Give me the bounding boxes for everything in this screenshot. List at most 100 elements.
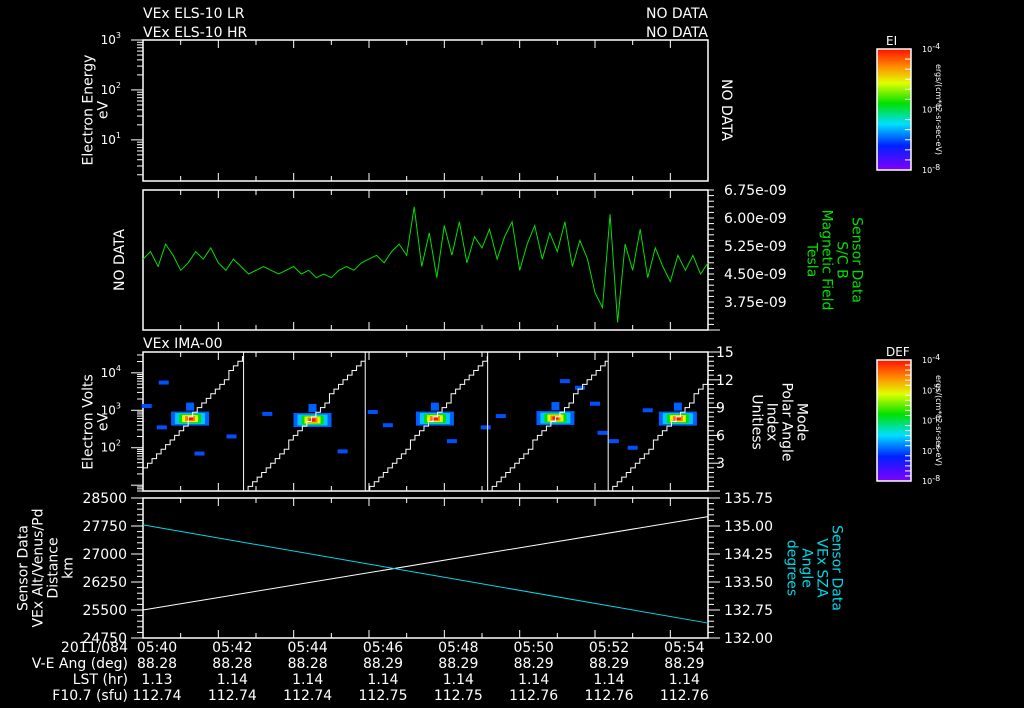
f107-value: 112.74	[283, 688, 332, 704]
ion-scatter-point	[226, 434, 237, 439]
colorbar	[876, 48, 912, 171]
altitude-line	[142, 516, 709, 611]
panel4-ylabel: km	[61, 557, 77, 579]
ion-scatter-point	[262, 411, 273, 416]
ion-scatter-point	[480, 425, 491, 430]
panel1-ylabel: Electron Energy	[81, 55, 97, 166]
panel4-right-ytick-label: 132.00	[724, 631, 773, 647]
ve_ang-value: 88.28	[137, 656, 177, 672]
lst-value: 1.13	[141, 672, 172, 688]
time-tick-label: 05:44	[287, 640, 327, 656]
panel4-right-ytick-label: 135.75	[724, 491, 773, 507]
panel1-ytick-label: 102	[101, 81, 121, 97]
colorbar	[876, 359, 912, 482]
ve_ang-value: 88.28	[288, 656, 328, 672]
time-tick-label: 05:46	[363, 640, 403, 656]
colorbar-tick-label: 10-4	[922, 353, 940, 365]
ve_ang-value: 88.29	[363, 656, 403, 672]
lst-value: 1.14	[669, 672, 700, 688]
ion-scatter-point	[156, 425, 167, 430]
ve_ang-value: 88.29	[589, 656, 629, 672]
panel3-right-ytick-label: 12	[716, 373, 734, 389]
ve_ang-value: 88.29	[664, 656, 704, 672]
nodata-hr: NO DATA	[646, 25, 708, 41]
panel2-ylabel: Tesla	[804, 242, 820, 278]
lst-value: 1.14	[593, 672, 624, 688]
f107-value: 112.75	[434, 688, 483, 704]
panel1-ytick-label: 103	[101, 31, 121, 47]
panel2-ylabel: Sensor Data	[849, 217, 865, 303]
panel2-ytick-label: 5.25e-09	[724, 239, 787, 255]
panel4-right-ytick-label: 134.25	[724, 547, 773, 563]
panel3-right-ytick-label: 3	[716, 456, 725, 472]
ion-scatter-point	[608, 439, 619, 444]
panel4-ylabel: Sensor Data	[16, 525, 32, 611]
time-tick-label: 05:54	[664, 640, 704, 656]
lst-value: 1.14	[367, 672, 398, 688]
panel3-right-ylabel: Polar Angle	[779, 382, 795, 461]
panel3-right-ytick-label: 9	[716, 401, 725, 417]
panel4-ylabel: Distance	[46, 537, 62, 598]
lst-value: 1.14	[518, 672, 549, 688]
panel3-right-ytick-label: 15	[716, 345, 734, 361]
xaxis-row-label: 2011/084	[61, 640, 128, 656]
ion-scatter-point	[597, 430, 608, 435]
panel4-ytick-label: 28500	[82, 491, 127, 507]
panel4-right-ylabel: degrees	[784, 540, 800, 596]
panel3-ytick-label: 104	[101, 364, 121, 380]
panel2-ylabel: S/C B	[834, 241, 850, 278]
panel2-ylabel: Magnetic Field	[819, 210, 835, 311]
ion-scatter-point	[642, 408, 653, 413]
ion-scatter-point	[158, 380, 169, 385]
panel4-ytick-label: 27000	[82, 547, 127, 563]
f107-value: 112.76	[509, 688, 558, 704]
xaxis-row-label: F10.7 (sfu)	[52, 688, 128, 704]
lst-value: 1.14	[443, 672, 474, 688]
panel3-ylabel: eV	[96, 412, 112, 431]
colorbar-title: DEF	[886, 345, 910, 359]
panel2-nodata: NO DATA	[112, 229, 128, 291]
panel4-right-ytick-label: 135.00	[724, 519, 773, 535]
panel4-right-ylabel: Sensor Data	[829, 525, 845, 611]
ion-flux-peak	[186, 402, 195, 411]
ion-scatter-point	[194, 451, 205, 456]
ve_ang-value: 88.29	[438, 656, 478, 672]
colorbar-tick-label: 10-8	[922, 163, 940, 175]
ve_ang-value: 88.28	[212, 656, 252, 672]
time-tick-label: 05:42	[212, 640, 252, 656]
colorbar-title: EI	[886, 34, 897, 48]
panel4-ylabel: VEx Alt/Venus/Pd	[31, 508, 47, 627]
colorbar-tick-label: 10-4	[922, 42, 940, 54]
sza-line	[142, 524, 709, 624]
ion-scatter-point	[337, 449, 348, 454]
f107-value: 112.75	[359, 688, 408, 704]
time-tick-label: 05:40	[137, 640, 177, 656]
ion-scatter-point	[590, 401, 600, 406]
ima-title: VEx IMA-00	[143, 336, 223, 352]
lst-value: 1.14	[217, 672, 248, 688]
panel2-ytick-label: 6.75e-09	[724, 183, 787, 199]
panel2-ytick-label: 4.50e-09	[724, 267, 787, 283]
panel-frame-1	[142, 39, 709, 182]
bfield-line	[142, 206, 709, 323]
panel2-ytick-label: 3.75e-09	[724, 295, 787, 311]
xaxis-row-label: V-E Ang (deg)	[32, 656, 128, 672]
panel3-right-ylabel: Mode	[794, 403, 810, 441]
f107-value: 112.74	[208, 688, 257, 704]
panel3-right-ytick-label: 6	[716, 428, 725, 444]
ve_ang-value: 88.29	[514, 656, 554, 672]
f107-value: 112.74	[133, 688, 182, 704]
panel1-ytick-label: 101	[101, 131, 121, 147]
colorbar-units: ergs/(cm**2-sr-sec-eV)	[934, 64, 943, 155]
panel4-ytick-label: 26250	[82, 575, 127, 591]
panel-frame-4	[142, 497, 709, 639]
ion-scatter-point	[627, 445, 638, 450]
panel4-right-ylabel: Angle	[799, 548, 815, 588]
xaxis-row-label: LST (hr)	[73, 672, 128, 688]
nodata-lr: NO DATA	[646, 6, 708, 22]
ion-scatter-point	[559, 379, 570, 384]
f107-value: 112.76	[585, 688, 634, 704]
time-tick-label: 05:52	[589, 640, 629, 656]
panel4-right-ytick-label: 133.50	[724, 575, 773, 591]
ion-scatter-point	[446, 439, 457, 444]
